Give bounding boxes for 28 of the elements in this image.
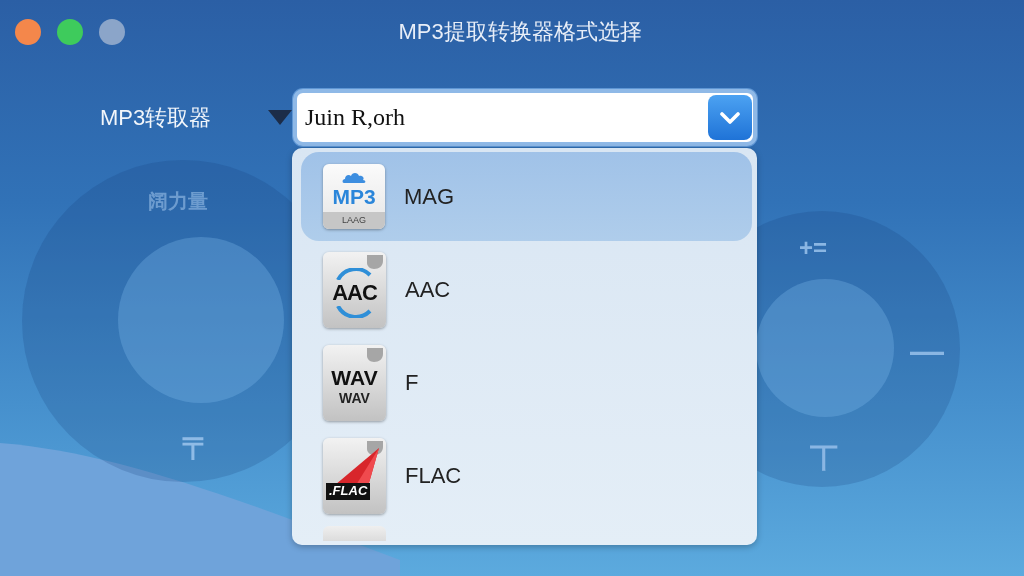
- format-option[interactable]: .FLAC FLAC: [301, 431, 752, 520]
- dial-symbol: —: [910, 333, 944, 367]
- tile-badge-text: WAV: [331, 366, 378, 388]
- dial-label: 阔力量: [148, 191, 208, 211]
- format-option[interactable]: MP3 LAAG MAG: [301, 152, 752, 241]
- tile-badge-text: MP3: [332, 186, 376, 207]
- window-control-button[interactable]: [15, 19, 41, 45]
- window-control-button[interactable]: [99, 19, 125, 45]
- page-curl-icon: [367, 440, 383, 455]
- tile-badge-text: AAC: [332, 281, 377, 304]
- dial-symbol: 〒: [181, 433, 212, 464]
- page-curl-icon: [367, 254, 383, 269]
- format-select-field[interactable]: Juin R,orh: [293, 89, 757, 146]
- tile-caption: WAV: [339, 390, 370, 405]
- picker-label: MP3转取器: [100, 103, 213, 132]
- dial-symbol: +=: [799, 236, 828, 260]
- tile-caption: LAAG: [323, 212, 385, 229]
- window-title: MP3提取转换器格式选择: [397, 18, 642, 46]
- dropdown-button[interactable]: [708, 95, 752, 140]
- window-control-button[interactable]: [57, 19, 83, 45]
- page-curl-icon: [367, 347, 383, 362]
- dial-symbol: 丅: [810, 444, 838, 472]
- format-option[interactable]: WAV WAV F: [301, 338, 752, 427]
- caret-icon: [268, 110, 292, 125]
- tile-badge-text: .FLAC: [326, 483, 371, 500]
- format-option[interactable]: AAC AAC: [301, 245, 752, 334]
- cloud-icon: [342, 171, 366, 183]
- chevron-down-icon: [720, 111, 740, 124]
